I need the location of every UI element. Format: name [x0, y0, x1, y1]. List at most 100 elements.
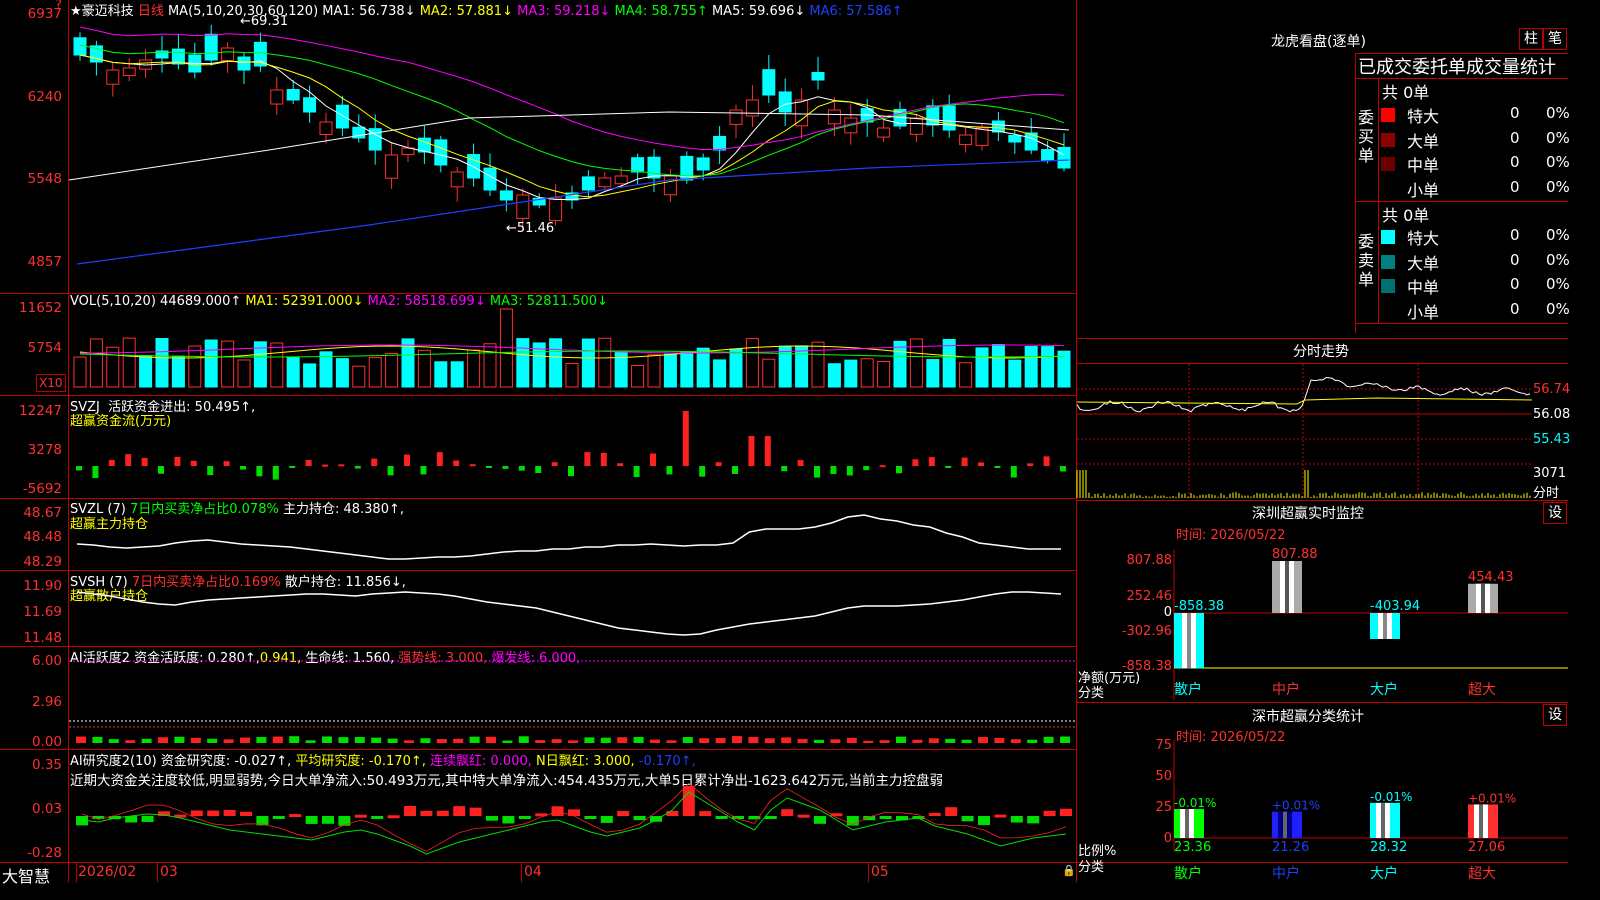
vol-unit-button[interactable]: X10	[36, 374, 66, 392]
sell-group-label: 委卖单	[1357, 232, 1374, 289]
ma120-line	[76, 159, 1070, 265]
research-bar	[190, 810, 203, 816]
bar-mode-button[interactable]: 柱	[1519, 28, 1543, 50]
monitor-settings-button[interactable]: 设	[1543, 502, 1567, 524]
flow-bar	[240, 466, 246, 470]
flow-bar	[338, 464, 345, 467]
activity-bar	[748, 736, 759, 743]
legend-swatch	[1381, 108, 1395, 122]
activity-bar	[797, 739, 808, 743]
svzl-chart	[76, 514, 1061, 560]
net-value-label: -858.38	[1174, 599, 1224, 614]
ratio-bar	[1370, 802, 1400, 838]
class-stat-title: 深市超赢分类统计	[1252, 709, 1364, 725]
buy-row-count: 0	[1510, 153, 1520, 171]
change-label: -0.01%	[1174, 796, 1216, 810]
research-bar	[223, 809, 236, 816]
class-category-label: 分类	[1078, 860, 1105, 875]
flow-bar	[518, 466, 525, 471]
flow-bar	[207, 466, 214, 476]
research-bar	[1043, 810, 1056, 816]
ratio-value-label: 27.06	[1468, 840, 1505, 855]
candle	[106, 69, 120, 85]
activity-bar	[535, 740, 546, 743]
class-settings-button[interactable]: 设	[1543, 704, 1567, 726]
activity-bar	[633, 736, 644, 743]
activity-bar	[420, 738, 431, 743]
volume-bar	[827, 363, 841, 388]
ai1-axis-label: 0.00	[31, 734, 62, 750]
buy-row-pct: 0%	[1546, 153, 1570, 171]
ratio-bar-core	[1381, 802, 1385, 838]
candlestick-chart[interactable]	[68, 0, 1075, 293]
volume-bar	[565, 363, 579, 388]
menu-icon[interactable]: ?	[55, 0, 62, 13]
research-bar	[1060, 808, 1072, 816]
activity-bar	[223, 739, 234, 743]
volume-bar	[729, 348, 743, 388]
flow-bar	[371, 458, 378, 466]
volume-bar	[713, 359, 727, 388]
buy-row-count: 0	[1510, 128, 1520, 147]
candle	[385, 154, 399, 179]
legend-swatch	[1381, 181, 1395, 196]
research-bar	[1010, 816, 1023, 823]
lock-icon[interactable]: 🔒	[1062, 864, 1076, 877]
research-bar	[207, 810, 220, 816]
volume-bar	[893, 340, 907, 388]
volume-bar	[221, 340, 235, 388]
sell-row-pct: 0%	[1546, 275, 1570, 293]
research-bar	[633, 816, 646, 821]
volume-bar	[942, 338, 956, 388]
candle	[729, 109, 743, 125]
candle	[319, 121, 333, 135]
price-axis-label: 4857	[27, 254, 62, 270]
research-bar	[945, 807, 958, 816]
category-label: 中户	[1272, 681, 1300, 698]
buy-row-pct: 0%	[1546, 177, 1570, 196]
volume-bar	[319, 351, 333, 388]
price-axis-label: 5548	[27, 171, 62, 187]
volume-bar	[745, 338, 759, 388]
brand-logo[interactable]: 大智慧	[2, 863, 50, 887]
buy-row-pct: 0%	[1546, 128, 1570, 147]
volume-bar	[270, 342, 284, 388]
flow-bar	[863, 466, 870, 471]
activity-bar	[961, 739, 972, 743]
intraday-axis-label: 分时	[1533, 486, 1560, 501]
class-axis-label: 75	[1155, 738, 1172, 753]
volume-bar	[975, 347, 989, 388]
activity-bar	[502, 740, 513, 743]
sell-row-pct: 0%	[1546, 250, 1570, 269]
candle	[499, 190, 513, 201]
candle	[942, 105, 956, 131]
candle	[171, 48, 185, 65]
candle	[614, 175, 628, 185]
tick-mode-button[interactable]: 笔	[1543, 28, 1567, 50]
buy-row-count: 0	[1510, 177, 1520, 196]
flow-bar	[158, 466, 164, 474]
flow-bar	[535, 466, 542, 474]
volume-bar	[860, 358, 874, 388]
activity-bar	[846, 737, 857, 743]
category-label: 大户	[1370, 865, 1398, 882]
activity-bar	[256, 737, 267, 743]
flow-bar	[551, 462, 558, 466]
flow-bar	[354, 466, 361, 469]
intraday-chart[interactable]	[1076, 364, 1533, 499]
vol-axis-label: 5754	[27, 340, 62, 356]
candle	[975, 127, 989, 146]
volume-bar	[877, 361, 891, 388]
flow-bar	[92, 466, 99, 479]
research-bar	[486, 816, 498, 821]
activity-bar	[141, 738, 152, 743]
sell-row-label: 大单	[1407, 253, 1440, 273]
candle	[1041, 149, 1055, 161]
research-bar	[272, 816, 285, 819]
activity-bar	[322, 736, 332, 743]
flow-bar	[715, 462, 722, 466]
candle	[221, 47, 235, 62]
net-value-label: 807.88	[1272, 547, 1318, 562]
buy-row-label: 中单	[1407, 156, 1440, 175]
activity-bar	[699, 738, 710, 743]
